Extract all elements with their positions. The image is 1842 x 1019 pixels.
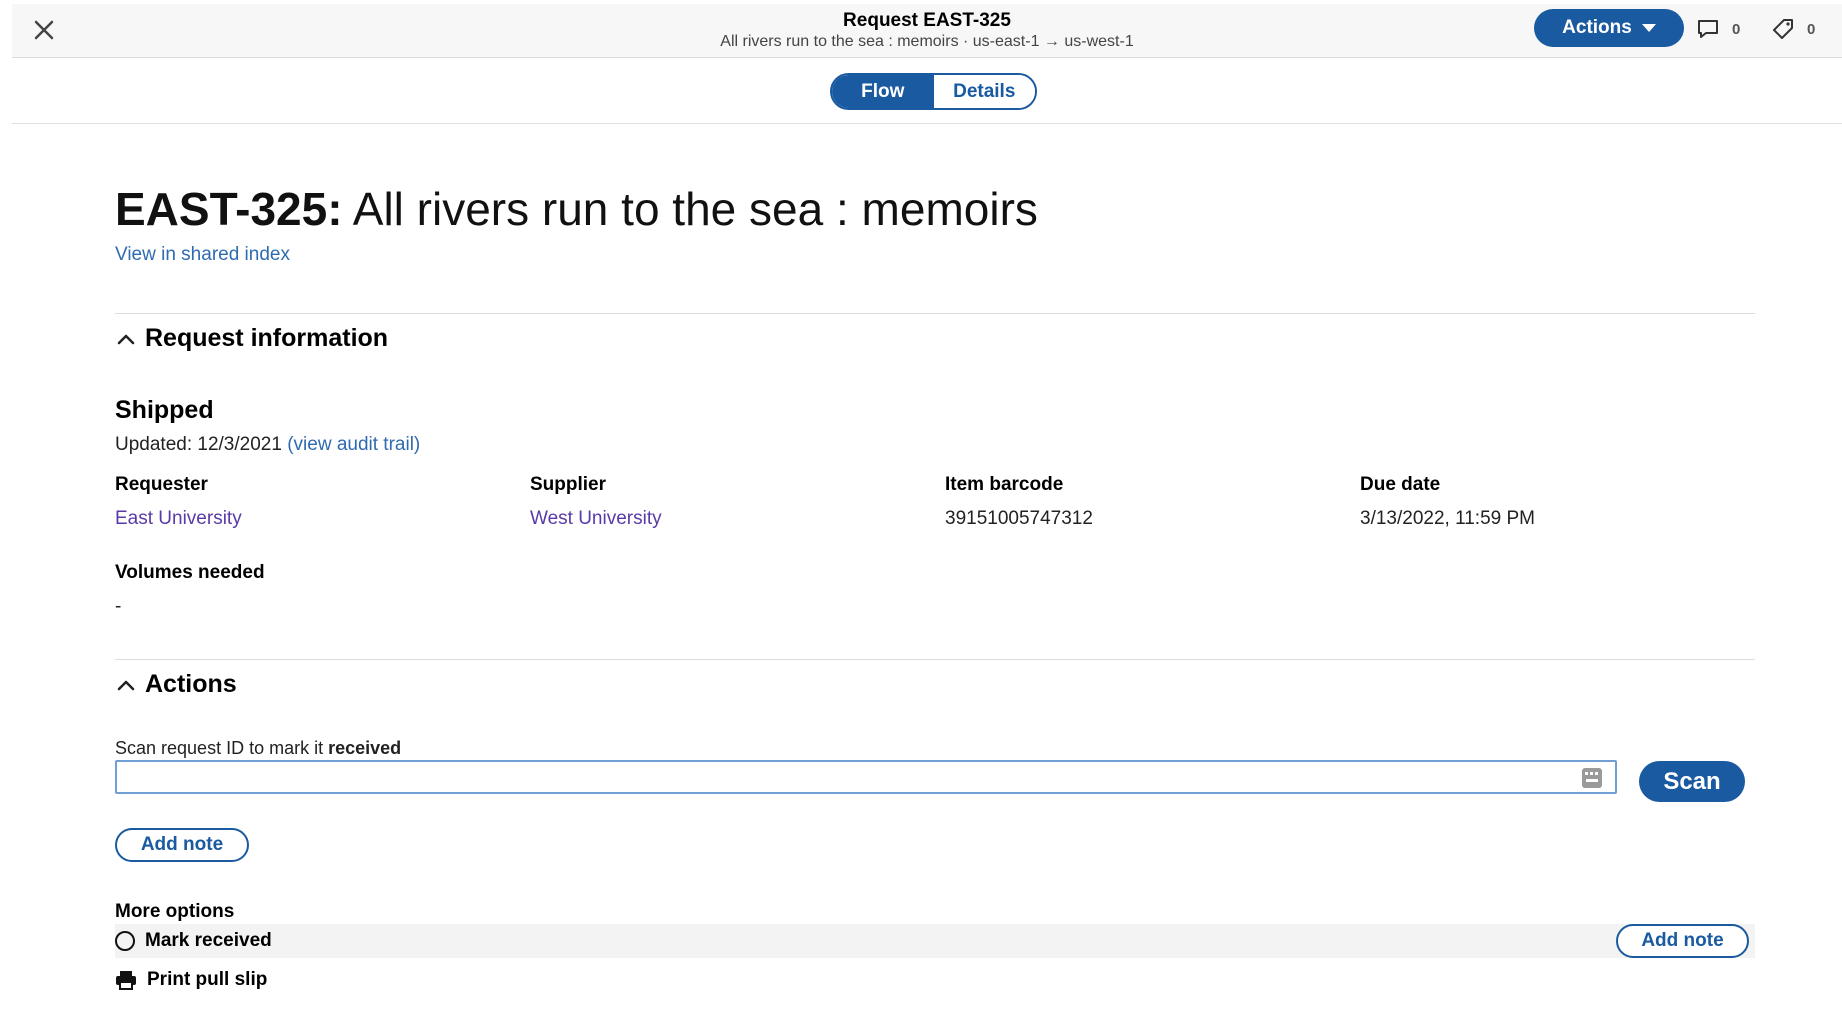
item-barcode-field: Item barcode 39151005747312 bbox=[945, 474, 1093, 530]
tab-details[interactable]: Details bbox=[933, 75, 1035, 108]
supplier-field: Supplier West University bbox=[530, 474, 662, 530]
field-value: 39151005747312 bbox=[945, 508, 1093, 529]
updated-date: Updated: 12/3/2021 bbox=[115, 434, 282, 455]
pane-header: Request EAST-325 All rivers run to the s… bbox=[12, 4, 1842, 58]
requester-link[interactable]: East University bbox=[115, 508, 242, 530]
mark-received-label: Mark received bbox=[145, 930, 272, 951]
print-pull-slip-option[interactable]: Print pull slip bbox=[115, 969, 267, 991]
divider bbox=[115, 313, 1755, 314]
status-text: Shipped bbox=[115, 396, 214, 424]
actions-dropdown-button[interactable]: Actions bbox=[1534, 9, 1684, 47]
scan-request-id-input[interactable] bbox=[117, 762, 1615, 792]
request-title: All rivers run to the sea : memoirs bbox=[352, 183, 1038, 235]
view-audit-trail-link[interactable]: (view audit trail) bbox=[287, 434, 420, 455]
tag-icon bbox=[1773, 19, 1793, 39]
keyboard-icon[interactable] bbox=[1581, 767, 1603, 789]
divider bbox=[115, 659, 1755, 660]
request-id: EAST-325: bbox=[115, 183, 343, 235]
row-add-note-button[interactable]: Add note bbox=[1616, 924, 1749, 958]
scan-button[interactable]: Scan bbox=[1639, 761, 1745, 802]
supplier-link[interactable]: West University bbox=[530, 508, 662, 530]
field-label: Item barcode bbox=[945, 474, 1064, 495]
printer-icon bbox=[116, 971, 136, 990]
chat-button[interactable]: 0 bbox=[1696, 14, 1740, 44]
actions-section-header[interactable]: Actions bbox=[117, 670, 237, 699]
caret-down-icon bbox=[1641, 24, 1656, 32]
due-date-field: Due date 3/13/2022, 11:59 PM bbox=[1360, 474, 1535, 530]
chevron-up-icon bbox=[117, 334, 135, 344]
section-title: Request information bbox=[145, 324, 389, 352]
scan-label: Scan request ID to mark it received bbox=[115, 738, 401, 759]
tags-button[interactable]: 0 bbox=[1771, 14, 1815, 44]
mark-received-option[interactable]: Mark received bbox=[115, 930, 272, 952]
volumes-needed-field: Volumes needed - bbox=[115, 562, 265, 618]
more-options-label: More options bbox=[115, 901, 235, 922]
field-label: Requester bbox=[115, 474, 208, 495]
field-value: 3/13/2022, 11:59 PM bbox=[1360, 508, 1535, 529]
field-label: Supplier bbox=[530, 474, 607, 495]
add-note-button[interactable]: Add note bbox=[115, 828, 249, 862]
section-title: Actions bbox=[145, 670, 237, 698]
tab-flow[interactable]: Flow bbox=[832, 75, 934, 108]
view-toggle: Flow Details bbox=[830, 73, 1037, 110]
field-label: Due date bbox=[1360, 474, 1441, 495]
tag-count: 0 bbox=[1807, 20, 1816, 38]
scan-request-id-input-wrapper bbox=[115, 760, 1617, 794]
requester-field: Requester East University bbox=[115, 474, 242, 530]
actions-button-label: Actions bbox=[1562, 17, 1632, 38]
chat-count: 0 bbox=[1732, 20, 1741, 38]
radio-circle-icon bbox=[115, 931, 135, 951]
updated-line: Updated: 12/3/2021 (view audit trail) bbox=[115, 434, 420, 456]
view-tabbar: Flow Details bbox=[12, 58, 1842, 124]
request-information-header[interactable]: Request information bbox=[117, 324, 388, 353]
mark-received-row: Mark received bbox=[115, 924, 1755, 958]
chevron-up-icon bbox=[117, 680, 135, 690]
view-shared-index-link[interactable]: View in shared index bbox=[115, 244, 290, 266]
field-value: - bbox=[115, 596, 122, 617]
speech-bubble-icon bbox=[1698, 20, 1718, 38]
scan-label-text: Scan request ID to mark it bbox=[115, 738, 329, 758]
print-pull-slip-label: Print pull slip bbox=[147, 969, 268, 990]
page-title: EAST-325: All rivers run to the sea : me… bbox=[115, 182, 1038, 236]
field-label: Volumes needed bbox=[115, 562, 265, 583]
scan-label-emphasis: received bbox=[328, 738, 402, 758]
